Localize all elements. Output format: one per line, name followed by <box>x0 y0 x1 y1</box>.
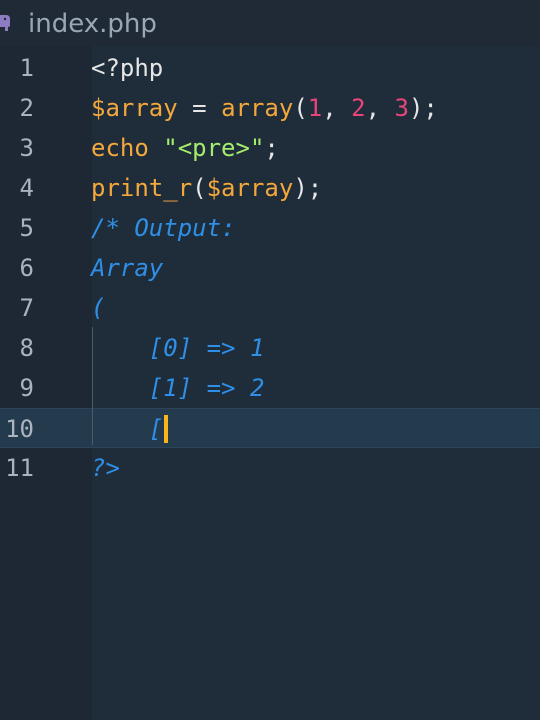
line-number: 9 <box>19 374 34 402</box>
code-token: ); <box>408 94 438 122</box>
line-code: Array <box>91 253 163 283</box>
line-number: 1 <box>19 54 34 82</box>
code-line[interactable]: 4 print_r($array); <box>0 168 540 208</box>
code-token: ; <box>264 134 279 162</box>
line-number: 4 <box>19 174 34 202</box>
line-code: <?php <box>91 53 163 83</box>
code-token: , <box>322 94 352 122</box>
php-elephant-icon <box>0 15 10 31</box>
code-token: [ <box>91 415 164 443</box>
code-token: echo <box>91 134 149 162</box>
line-code: print_r($array); <box>91 173 322 203</box>
code-line[interactable]: 5 /* Output: <box>0 208 540 248</box>
code-line[interactable]: 1 <?php <box>0 48 540 88</box>
line-number: 11 <box>5 454 34 482</box>
code-token: ?> <box>91 454 120 482</box>
code-token: $array <box>206 174 294 202</box>
code-token: Array <box>91 254 164 282</box>
code-line[interactable]: 2 $array = array(1, 2, 3); <box>0 88 540 128</box>
line-number: 3 <box>19 134 34 162</box>
code-token: [1] => 2 <box>91 374 265 402</box>
line-code: $array = array(1, 2, 3); <box>91 93 438 123</box>
code-token: <?php <box>91 54 164 82</box>
code-line[interactable]: 11 ?> <box>0 448 540 488</box>
line-number: 7 <box>19 294 34 322</box>
code-line[interactable]: 3 echo "<pre>"; <box>0 128 540 168</box>
line-code: [1] => 2 <box>91 373 265 403</box>
line-number: 8 <box>19 334 34 362</box>
code-line-active[interactable]: 10 [ <box>0 408 540 448</box>
code-line[interactable]: 6 Array <box>0 248 540 288</box>
line-number: 2 <box>19 94 34 122</box>
code-token: 3 <box>394 94 409 122</box>
code-token: [0] => 1 <box>91 334 265 362</box>
line-code: ( <box>91 293 105 323</box>
code-token: , <box>365 94 395 122</box>
tab-filename: index.php <box>28 9 157 39</box>
line-code: echo "<pre>"; <box>91 133 279 163</box>
code-line[interactable]: 9 [1] => 2 <box>0 368 540 408</box>
line-code: /* Output: <box>91 213 236 243</box>
code-token: array <box>221 94 294 122</box>
code-line[interactable]: 7( <box>0 288 540 328</box>
text-cursor <box>164 415 169 443</box>
code-token: 2 <box>351 94 366 122</box>
line-code: [ <box>91 414 169 444</box>
code-token: $array <box>91 94 178 122</box>
line-number: 5 <box>19 214 34 242</box>
code-token: ( <box>91 294 106 322</box>
code-token: ( <box>293 94 308 122</box>
code-token: /* Output: <box>91 214 236 242</box>
tab-bar: index.php <box>0 0 540 46</box>
code-token: ( <box>192 174 207 202</box>
line-number: 6 <box>19 254 34 282</box>
code-token: = <box>177 94 222 122</box>
line-code: [0] => 1 <box>91 333 265 363</box>
line-code: ?> <box>91 453 120 483</box>
code-token: ); <box>293 174 323 202</box>
code-token: 1 <box>307 94 323 122</box>
indent-guide <box>92 327 93 445</box>
code-token: print_r <box>91 174 193 202</box>
code-line[interactable]: 8 [0] => 1 <box>0 328 540 368</box>
code-token: "<pre>" <box>163 134 265 162</box>
line-number: 10 <box>5 415 34 443</box>
